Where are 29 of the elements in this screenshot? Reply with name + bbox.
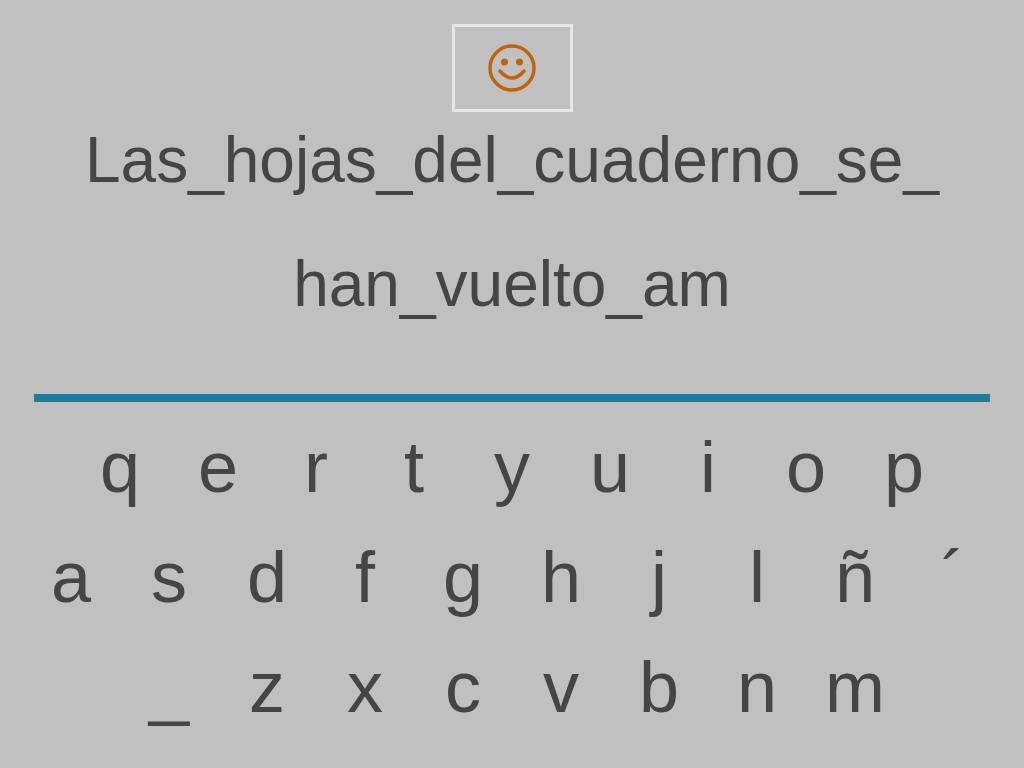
letter-key[interactable]: o	[757, 422, 855, 512]
letter-key[interactable]: g	[414, 532, 512, 622]
letter-key[interactable]: e	[169, 422, 267, 512]
letter-key[interactable]: q	[71, 422, 169, 512]
letter-key[interactable]: n	[708, 642, 806, 732]
letter-key[interactable]: f	[316, 532, 414, 622]
letter-key[interactable]: b	[610, 642, 708, 732]
letter-key[interactable]: j	[610, 532, 708, 622]
letter-key[interactable]: c	[414, 642, 512, 732]
letter-key[interactable]: h	[512, 532, 610, 622]
letter-key[interactable]: ´	[904, 532, 1002, 622]
letter-key[interactable]: l	[708, 532, 806, 622]
letter-key[interactable]: p	[855, 422, 953, 512]
letter-key[interactable]: v	[512, 642, 610, 732]
letter-key[interactable]: a	[22, 532, 120, 622]
letter-key[interactable]: u	[561, 422, 659, 512]
letter-key[interactable]: m	[806, 642, 904, 732]
letter-key[interactable]: y	[463, 422, 561, 512]
letter-key[interactable]: z	[218, 642, 316, 732]
letter-key[interactable]: _	[120, 642, 218, 732]
letter-key[interactable]: ñ	[806, 532, 904, 622]
letter-key[interactable]: d	[218, 532, 316, 622]
letter-key[interactable]: x	[316, 642, 414, 732]
letter-key[interactable]: s	[120, 532, 218, 622]
letter-key[interactable]: r	[267, 422, 365, 512]
smiley-button[interactable]	[451, 24, 573, 112]
smiley-icon	[487, 43, 537, 93]
letter-key[interactable]: i	[659, 422, 757, 512]
letter-key[interactable]: t	[365, 422, 463, 512]
